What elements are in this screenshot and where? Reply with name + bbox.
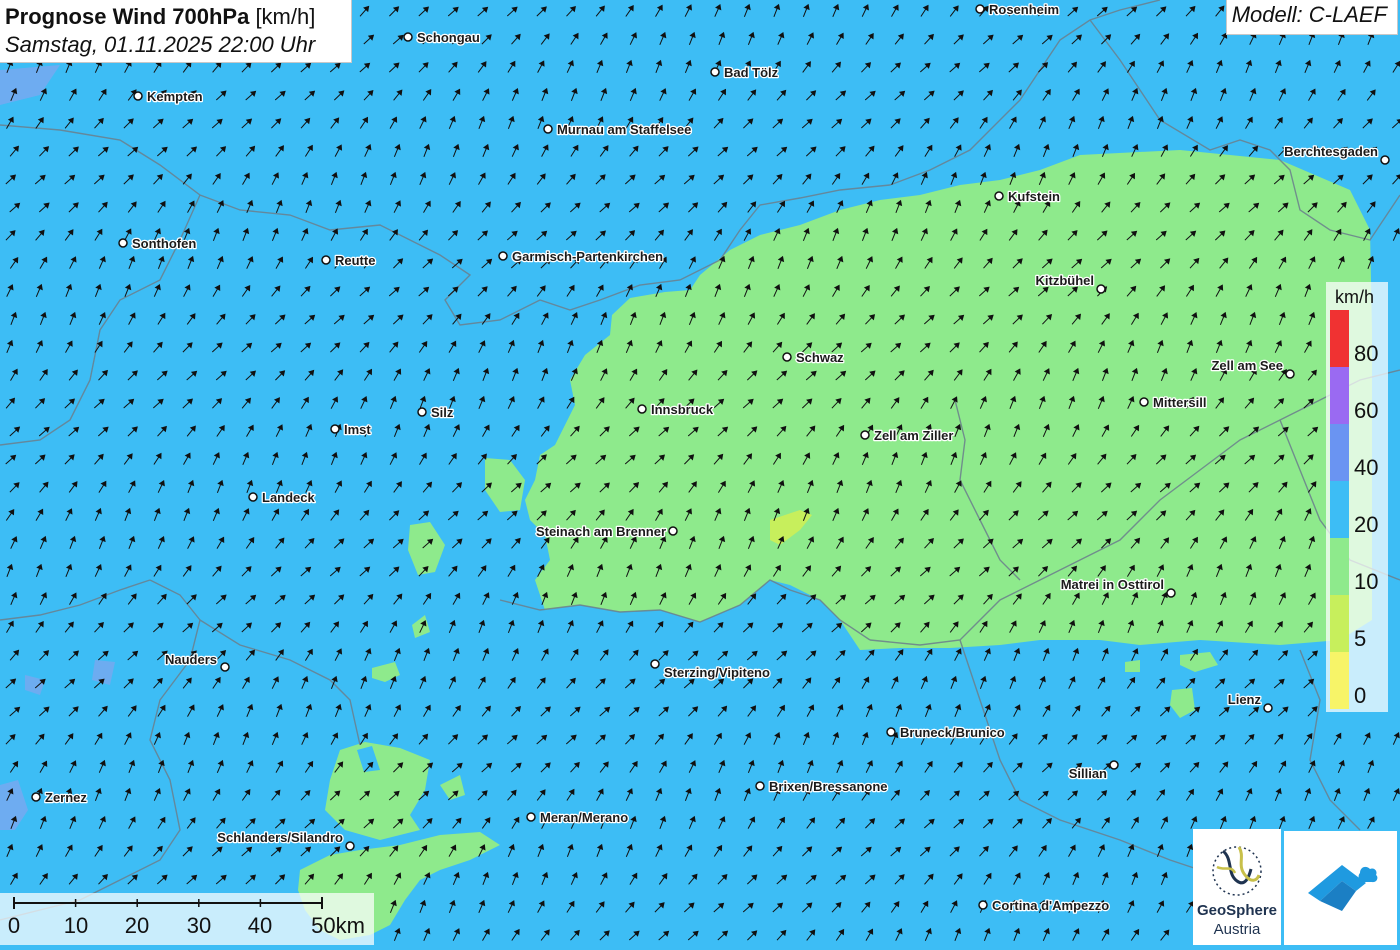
svg-text:Kitzbühel: Kitzbühel — [1036, 273, 1095, 288]
geosphere-icon — [1193, 829, 1281, 901]
svg-text:Brixen/Bressanone: Brixen/Bressanone — [769, 779, 888, 794]
scale-label-20: 20 — [125, 913, 149, 939]
svg-text:Mittersill: Mittersill — [1153, 395, 1206, 410]
scale-label-0: 0 — [8, 913, 20, 939]
app-logo[interactable] — [1284, 831, 1397, 945]
svg-text:Zernez: Zernez — [45, 790, 87, 805]
legend-swatch-20 — [1330, 481, 1349, 538]
legend-label-5: 5 — [1354, 626, 1366, 652]
svg-text:Sonthofen: Sonthofen — [132, 236, 196, 251]
svg-text:Rosenheim: Rosenheim — [989, 2, 1059, 17]
svg-text:Bad Tölz: Bad Tölz — [724, 65, 779, 80]
map-title: Prognose Wind 700hPa [km/h] — [5, 3, 351, 31]
legend-label-10: 10 — [1354, 569, 1378, 595]
svg-text:Innsbruck: Innsbruck — [651, 402, 714, 417]
svg-text:Schwaz: Schwaz — [796, 350, 844, 365]
legend-swatch-0 — [1330, 652, 1349, 709]
legend-swatch-5 — [1330, 595, 1349, 652]
city-meran[interactable]: Meran/Merano — [527, 810, 628, 825]
scale-label-40: 40 — [248, 913, 272, 939]
svg-text:Imst: Imst — [344, 422, 371, 437]
svg-text:Lienz: Lienz — [1228, 692, 1262, 707]
title-box: Prognose Wind 700hPa [km/h] Samstag, 01.… — [0, 0, 352, 63]
model-label: Modell: C-LAEF — [1226, 0, 1398, 35]
svg-text:Garmisch-Partenkirchen: Garmisch-Partenkirchen — [512, 249, 663, 264]
color-legend: km/h 80 60 40 20 10 5 0 — [1326, 282, 1388, 712]
svg-text:Schlanders/Silandro: Schlanders/Silandro — [217, 830, 343, 845]
svg-text:Reutte: Reutte — [335, 253, 375, 268]
svg-text:Murnau am Staffelsee: Murnau am Staffelsee — [557, 122, 691, 137]
scale-label-30: 30 — [187, 913, 211, 939]
legend-label-20: 20 — [1354, 512, 1378, 538]
scale-label-50km: 50km — [311, 913, 365, 939]
legend-swatch-40 — [1330, 424, 1349, 481]
legend-unit: km/h — [1335, 287, 1374, 308]
city-brixen[interactable]: Brixen/Bressanone — [756, 779, 888, 794]
weather-app-icon — [1284, 831, 1397, 945]
logo-text-austria: Austria — [1193, 921, 1281, 938]
svg-text:Zell am See: Zell am See — [1211, 358, 1283, 373]
svg-text:Meran/Merano: Meran/Merano — [540, 810, 628, 825]
city-zell-am-ziller[interactable]: Zell am Ziller — [861, 428, 953, 443]
city-murnau[interactable]: Murnau am Staffelsee — [544, 122, 691, 137]
geosphere-logo[interactable]: GeoSphere Austria — [1193, 829, 1281, 945]
legend-label-0: 0 — [1354, 683, 1366, 709]
city-rosenheim[interactable]: Rosenheim — [976, 2, 1059, 17]
city-bruneck[interactable]: Bruneck/Brunico — [887, 725, 1005, 740]
legend-label-80: 80 — [1354, 341, 1378, 367]
forecast-datetime: Samstag, 01.11.2025 22:00 Uhr — [5, 31, 351, 59]
legend-label-40: 40 — [1354, 455, 1378, 481]
svg-text:Silz: Silz — [431, 405, 454, 420]
svg-text:Cortina d'Ampezzo: Cortina d'Ampezzo — [992, 898, 1109, 913]
svg-text:Matrei in Osttirol: Matrei in Osttirol — [1061, 577, 1164, 592]
svg-text:Nauders: Nauders — [165, 652, 217, 667]
legend-swatch-80 — [1330, 310, 1349, 367]
svg-text:Landeck: Landeck — [262, 490, 316, 505]
title-text: Prognose Wind 700hPa — [5, 4, 249, 29]
svg-text:Zell am Ziller: Zell am Ziller — [874, 428, 953, 443]
city-steinach[interactable]: Steinach am Brenner — [536, 524, 677, 539]
svg-text:Bruneck/Brunico: Bruneck/Brunico — [900, 725, 1005, 740]
svg-text:Sillian: Sillian — [1069, 766, 1107, 781]
svg-text:Schongau: Schongau — [417, 30, 480, 45]
title-unit: [km/h] — [255, 4, 315, 29]
svg-text:Kufstein: Kufstein — [1008, 189, 1060, 204]
city-garmisch[interactable]: Garmisch-Partenkirchen — [499, 249, 663, 264]
svg-text:Sterzing/Vipiteno: Sterzing/Vipiteno — [664, 665, 770, 680]
scale-bar-line — [0, 893, 374, 913]
logo-text-geosphere: GeoSphere — [1193, 902, 1281, 919]
scale-label-10: 10 — [64, 913, 88, 939]
svg-text:Berchtesgaden: Berchtesgaden — [1284, 144, 1378, 159]
scale-bar: 0 10 20 30 40 50km — [0, 893, 374, 945]
legend-label-60: 60 — [1354, 398, 1378, 424]
svg-text:Kempten: Kempten — [147, 89, 203, 104]
svg-text:Steinach am Brenner: Steinach am Brenner — [536, 524, 666, 539]
wind-map: Rosenheim Schongau Bad Tölz Kempten Murn… — [0, 0, 1400, 945]
legend-swatch-60 — [1330, 367, 1349, 424]
city-cortina[interactable]: Cortina d'Ampezzo — [979, 898, 1109, 913]
legend-swatch-10 — [1330, 538, 1349, 595]
